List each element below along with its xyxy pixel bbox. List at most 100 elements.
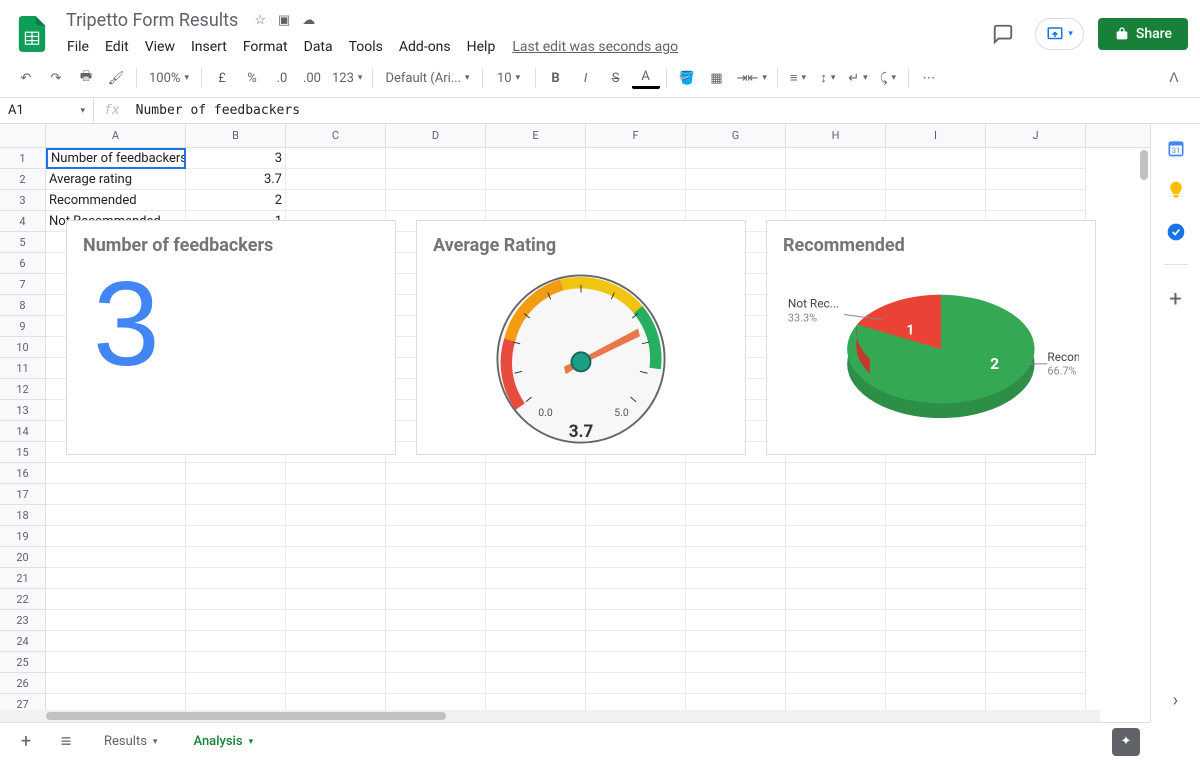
fill-color-icon[interactable]: 🪣 — [673, 65, 701, 91]
cell[interactable] — [586, 631, 686, 652]
cell[interactable] — [686, 610, 786, 631]
cell[interactable] — [786, 484, 886, 505]
cell[interactable] — [986, 547, 1086, 568]
row-header[interactable]: 24 — [0, 631, 46, 652]
cell[interactable] — [186, 652, 286, 673]
cell[interactable] — [186, 631, 286, 652]
row-header[interactable]: 11 — [0, 358, 46, 379]
cell[interactable] — [986, 526, 1086, 547]
cell[interactable] — [886, 148, 986, 169]
sheet-tab-results[interactable]: Results▾ — [90, 726, 171, 757]
cell[interactable]: Average rating — [46, 169, 186, 190]
cell[interactable] — [46, 484, 186, 505]
cell[interactable]: 3.7 — [186, 169, 286, 190]
menu-format[interactable]: Format — [236, 35, 295, 59]
cell[interactable] — [886, 169, 986, 190]
cell[interactable] — [186, 610, 286, 631]
cell[interactable] — [786, 505, 886, 526]
cell[interactable] — [286, 547, 386, 568]
cell[interactable] — [786, 694, 886, 710]
add-icon[interactable]: + — [1166, 287, 1186, 307]
cell[interactable] — [886, 694, 986, 710]
collapse-side-icon[interactable]: › — [1166, 690, 1186, 710]
row-header[interactable]: 9 — [0, 316, 46, 337]
cell[interactable] — [586, 589, 686, 610]
cell[interactable] — [386, 463, 486, 484]
cell[interactable] — [486, 673, 586, 694]
cell[interactable] — [486, 169, 586, 190]
row-header[interactable]: 23 — [0, 610, 46, 631]
row-header[interactable]: 6 — [0, 253, 46, 274]
row-header[interactable]: 17 — [0, 484, 46, 505]
cell[interactable] — [386, 547, 486, 568]
all-sheets-button[interactable]: ≡ — [50, 726, 82, 758]
cell[interactable] — [286, 190, 386, 211]
cell[interactable] — [786, 190, 886, 211]
borders-icon[interactable]: ▦ — [703, 65, 731, 91]
cell[interactable] — [586, 505, 686, 526]
cell[interactable] — [786, 589, 886, 610]
menu-data[interactable]: Data — [297, 35, 340, 59]
last-edit-link[interactable]: Last edit was seconds ago — [512, 39, 678, 55]
cell[interactable] — [786, 631, 886, 652]
gauge-chart[interactable]: Average Rating — [416, 220, 746, 455]
cell[interactable] — [286, 568, 386, 589]
strikethrough-icon[interactable]: S — [602, 65, 630, 91]
cell[interactable] — [886, 652, 986, 673]
decrease-decimal-icon[interactable]: .0 — [268, 65, 296, 91]
row-header[interactable]: 14 — [0, 421, 46, 442]
row-header[interactable]: 12 — [0, 379, 46, 400]
cell[interactable] — [686, 652, 786, 673]
col-header[interactable]: H — [786, 124, 886, 147]
font-size-select[interactable]: 10 — [489, 65, 529, 91]
cell[interactable] — [886, 631, 986, 652]
collapse-toolbar-icon[interactable]: ᐱ — [1160, 65, 1188, 91]
move-icon[interactable]: ▣ — [278, 13, 290, 28]
cell[interactable]: Number of feedbackers — [46, 148, 186, 169]
cell[interactable] — [486, 484, 586, 505]
row-header[interactable]: 15 — [0, 442, 46, 463]
text-color-icon[interactable]: A — [632, 67, 660, 89]
print-icon[interactable]: 🖶 — [72, 65, 100, 91]
cell[interactable] — [486, 505, 586, 526]
percent-icon[interactable]: % — [238, 65, 266, 91]
cell[interactable] — [286, 589, 386, 610]
zoom-select[interactable]: 100% — [143, 65, 195, 91]
cell[interactable] — [586, 169, 686, 190]
cell[interactable] — [386, 190, 486, 211]
row-header[interactable]: 10 — [0, 337, 46, 358]
row-header[interactable]: 22 — [0, 589, 46, 610]
cell[interactable] — [186, 673, 286, 694]
cell[interactable] — [786, 169, 886, 190]
currency-icon[interactable]: £ — [208, 65, 236, 91]
cell[interactable] — [386, 631, 486, 652]
cell[interactable] — [986, 505, 1086, 526]
cell[interactable] — [286, 505, 386, 526]
cell[interactable] — [46, 463, 186, 484]
cell[interactable] — [686, 463, 786, 484]
formula-input[interactable]: Number of feedbackers — [130, 103, 1200, 118]
row-header[interactable]: 26 — [0, 673, 46, 694]
cell[interactable] — [986, 190, 1086, 211]
cell[interactable] — [386, 610, 486, 631]
cell[interactable] — [586, 652, 686, 673]
col-header[interactable]: D — [386, 124, 486, 147]
cell[interactable] — [986, 463, 1086, 484]
cell[interactable] — [186, 463, 286, 484]
col-header[interactable]: C — [286, 124, 386, 147]
row-header[interactable]: 25 — [0, 652, 46, 673]
col-header[interactable]: A — [46, 124, 186, 147]
cell[interactable] — [786, 652, 886, 673]
cell[interactable]: 2 — [186, 190, 286, 211]
cell[interactable] — [186, 589, 286, 610]
menu-addons[interactable]: Add-ons — [392, 35, 458, 59]
cell[interactable] — [486, 547, 586, 568]
cell[interactable] — [286, 169, 386, 190]
cell[interactable] — [386, 526, 486, 547]
menu-help[interactable]: Help — [460, 35, 503, 59]
cell[interactable] — [586, 484, 686, 505]
cell[interactable] — [986, 631, 1086, 652]
undo-icon[interactable]: ↶ — [12, 65, 40, 91]
cell[interactable] — [586, 694, 686, 710]
cell[interactable] — [986, 589, 1086, 610]
